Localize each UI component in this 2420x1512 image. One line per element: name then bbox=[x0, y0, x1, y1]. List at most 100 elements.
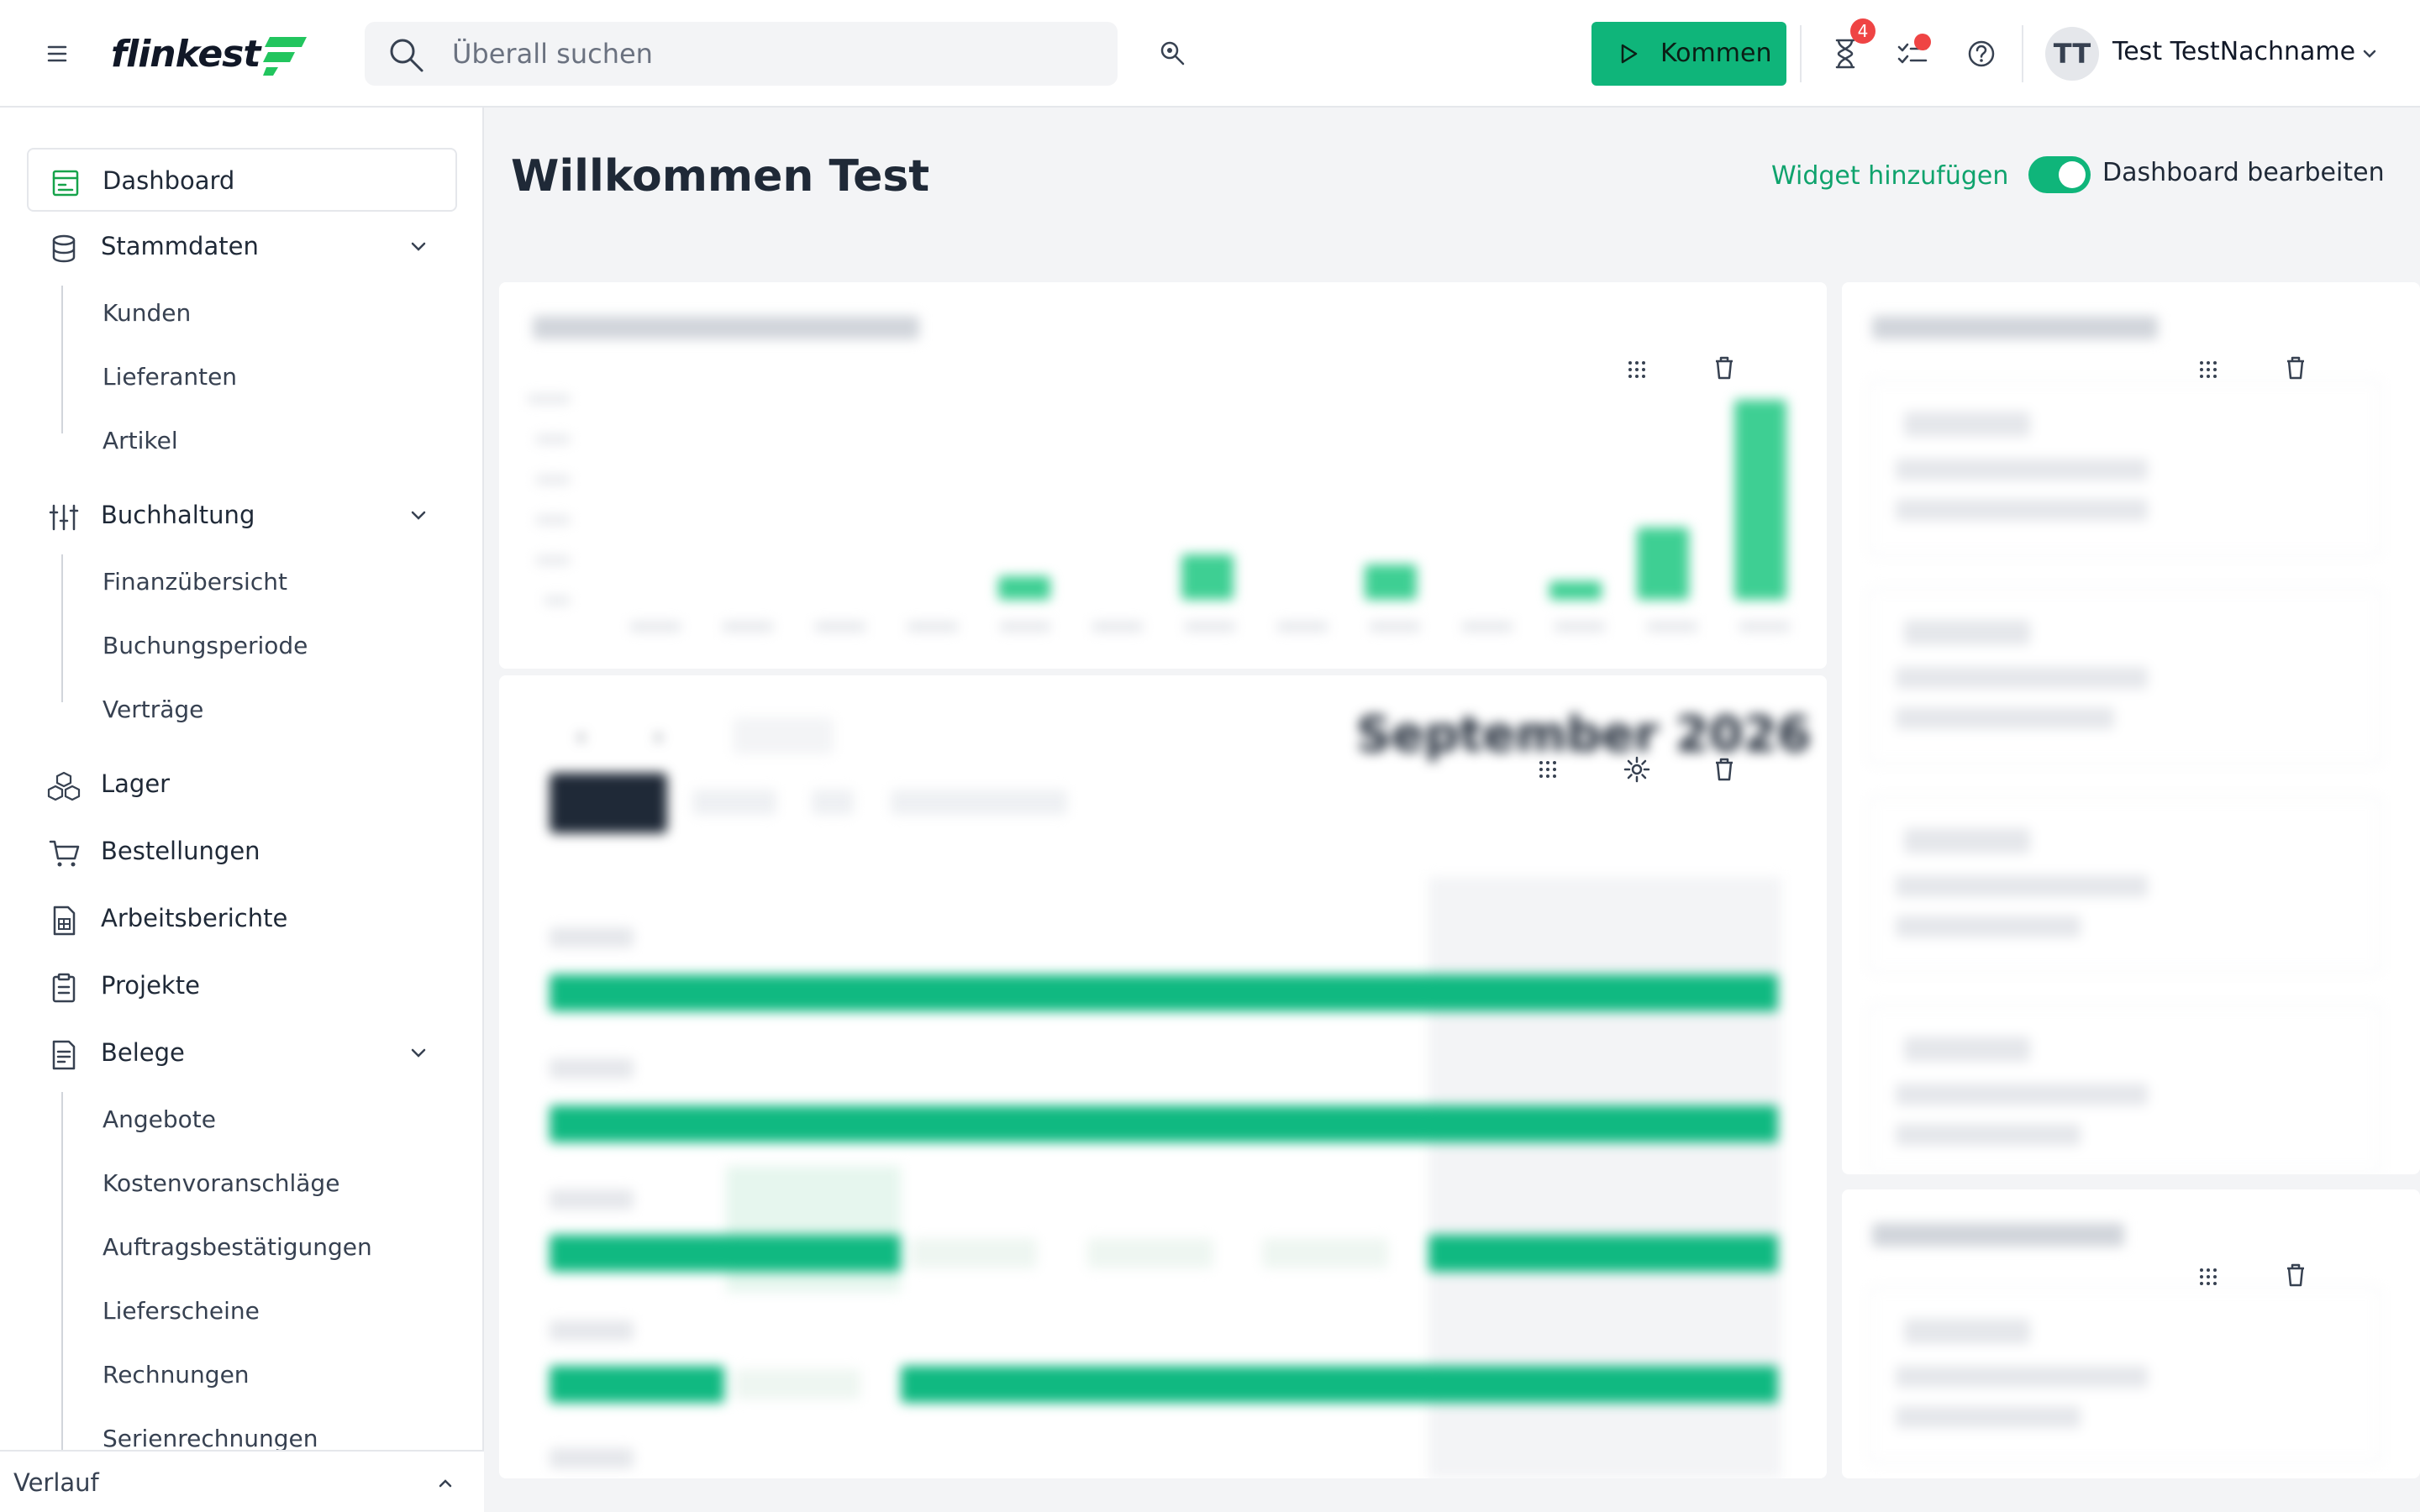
sidebar-item-dashboard[interactable]: Dashboard bbox=[27, 148, 457, 212]
week-view-button[interactable] bbox=[692, 790, 776, 815]
invoice-card[interactable] bbox=[1869, 1005, 2381, 1173]
kommen-button[interactable]: Kommen bbox=[1591, 22, 1786, 86]
blurred-content: ‹ › September 2026 bbox=[499, 675, 1827, 1478]
global-search[interactable] bbox=[365, 22, 1118, 86]
trash-icon[interactable] bbox=[1709, 754, 1739, 785]
calendar-event[interactable] bbox=[1262, 1238, 1388, 1268]
open-offers-widget bbox=[1842, 1189, 2420, 1478]
calendar-title: September 2026 bbox=[1356, 706, 1812, 763]
submenu-line bbox=[61, 554, 63, 702]
revenue-bar-chart bbox=[528, 395, 1790, 632]
sidebar-subitem-artikel[interactable]: Artikel bbox=[103, 427, 178, 454]
calendar-event[interactable] bbox=[550, 1105, 1778, 1142]
chevron-down-icon[interactable] bbox=[2360, 44, 2380, 67]
calendar-event[interactable] bbox=[911, 1238, 1037, 1268]
dashboard-icon bbox=[52, 170, 79, 197]
calendar-event[interactable] bbox=[901, 1366, 1778, 1403]
trash-icon[interactable] bbox=[2281, 1260, 2311, 1290]
sidebar-subitem-lieferscheine[interactable]: Lieferscheine bbox=[103, 1297, 260, 1325]
history-label: Verlauf bbox=[13, 1468, 99, 1497]
play-icon bbox=[1621, 44, 1638, 64]
flinkest-logo[interactable]: flinkest bbox=[111, 27, 310, 81]
sidebar-subitem-kunden[interactable]: Kunden bbox=[103, 299, 191, 327]
sidebar-item-lager[interactable]: Lager bbox=[27, 753, 457, 816]
sidebar-item-projekte[interactable]: Projekte bbox=[27, 954, 457, 1018]
blurred-content bbox=[1842, 1189, 2420, 1478]
week-number bbox=[550, 1448, 634, 1468]
chevron-down-icon[interactable] bbox=[407, 235, 430, 259]
trash-icon[interactable] bbox=[1709, 353, 1739, 383]
week-number bbox=[550, 927, 634, 948]
boxes-icon bbox=[47, 771, 81, 801]
history-section[interactable]: Verlauf bbox=[0, 1450, 484, 1512]
database-icon bbox=[52, 234, 76, 263]
sidebar-item-label: Arbeitsberichte bbox=[101, 904, 288, 932]
add-widget-link[interactable]: Widget hinzufügen bbox=[1771, 161, 2008, 191]
avatar[interactable]: TT bbox=[2045, 27, 2099, 81]
sidebar-item-arbeitsberichte[interactable]: Arbeitsberichte bbox=[27, 887, 457, 951]
week-number bbox=[550, 1058, 634, 1079]
user-name[interactable]: Test TestNachname bbox=[2112, 37, 2355, 66]
page-title: Willkommen Test bbox=[511, 151, 930, 202]
gear-icon[interactable] bbox=[1622, 754, 1652, 785]
drag-handle-icon[interactable] bbox=[1534, 756, 1561, 783]
hamburger-menu-icon[interactable] bbox=[40, 37, 74, 71]
sidebar-item-belege[interactable]: Belege bbox=[27, 1021, 457, 1085]
calendar-widget: ‹ › September 2026 bbox=[499, 675, 1827, 1478]
sidebar-item-label: Belege bbox=[101, 1038, 185, 1067]
tasks-alert-dot bbox=[1914, 34, 1931, 50]
offer-card[interactable] bbox=[1869, 1287, 2381, 1463]
sidebar-subitem-finanzuebersicht[interactable]: Finanzübersicht bbox=[103, 568, 287, 596]
week-number bbox=[550, 1320, 634, 1341]
submenu-line bbox=[61, 286, 63, 433]
today-shade bbox=[726, 1166, 901, 1292]
trash-icon[interactable] bbox=[2281, 353, 2311, 383]
top-bar: flinkest Kommen 4 TT Test TestNachname bbox=[0, 0, 2420, 108]
sidebar-subitem-buchungsperiode[interactable]: Buchungsperiode bbox=[103, 632, 308, 659]
calendar-event[interactable] bbox=[1087, 1238, 1213, 1268]
revenue-chart-widget bbox=[499, 282, 1827, 669]
edit-dashboard-toggle[interactable] bbox=[2028, 156, 2091, 193]
kommen-label: Kommen bbox=[1660, 39, 1772, 68]
invoice-card[interactable] bbox=[1869, 380, 2381, 556]
help-icon[interactable] bbox=[1963, 35, 2000, 76]
toggle-knob bbox=[2059, 161, 2086, 188]
sidebar-item-stammdaten[interactable]: Stammdaten bbox=[27, 215, 457, 279]
calendar-event[interactable] bbox=[550, 974, 1778, 1011]
day-view-button[interactable] bbox=[812, 790, 854, 815]
clipboard-icon bbox=[52, 973, 76, 1003]
month-view-button[interactable] bbox=[550, 773, 667, 833]
invoice-card[interactable] bbox=[1869, 588, 2381, 764]
settings-view-button[interactable] bbox=[891, 790, 1067, 815]
prev-month-button[interactable]: ‹ bbox=[576, 722, 586, 750]
sidebar: Dashboard Stammdaten Kunden Lieferanten … bbox=[0, 108, 484, 1512]
sidebar-subitem-angebote[interactable]: Angebote bbox=[103, 1105, 216, 1133]
sidebar-subitem-lieferanten[interactable]: Lieferanten bbox=[103, 363, 237, 391]
search-icon bbox=[387, 35, 425, 77]
calendar-event[interactable] bbox=[550, 1366, 724, 1403]
chevron-up-icon[interactable] bbox=[435, 1473, 455, 1494]
blurred-content bbox=[499, 282, 1827, 669]
drag-handle-icon[interactable] bbox=[2195, 1263, 2222, 1290]
chevron-down-icon[interactable] bbox=[407, 1042, 430, 1065]
sidebar-item-buchhaltung[interactable]: Buchhaltung bbox=[27, 484, 457, 548]
widget-title-placeholder bbox=[1872, 316, 2158, 339]
sidebar-subitem-auftragsbestaetigungen[interactable]: Auftragsbestätigungen bbox=[103, 1233, 372, 1261]
invoice-card[interactable] bbox=[1869, 796, 2381, 973]
drag-handle-icon[interactable] bbox=[1623, 356, 1650, 383]
sidebar-subitem-rechnungen[interactable]: Rechnungen bbox=[103, 1361, 250, 1389]
drag-handle-icon[interactable] bbox=[2195, 356, 2222, 383]
chevron-down-icon[interactable] bbox=[407, 504, 430, 528]
divider bbox=[2022, 25, 2023, 82]
search-input[interactable] bbox=[452, 34, 1091, 74]
calendar-event[interactable] bbox=[1428, 1235, 1778, 1272]
advanced-search-icon[interactable] bbox=[1156, 37, 1190, 74]
sidebar-item-bestellungen[interactable]: Bestellungen bbox=[27, 820, 457, 884]
sidebar-subitem-kostenvoranschlaege[interactable]: Kostenvoranschläge bbox=[103, 1169, 339, 1197]
calendar-event[interactable] bbox=[550, 1235, 901, 1272]
next-month-button[interactable]: › bbox=[654, 722, 663, 750]
sidebar-subitem-vertraege[interactable]: Verträge bbox=[103, 696, 203, 723]
today-button[interactable] bbox=[733, 717, 834, 754]
calendar-event[interactable] bbox=[734, 1369, 860, 1399]
sidebar-subitem-serienrechnungen[interactable]: Serienrechnungen bbox=[103, 1425, 318, 1452]
